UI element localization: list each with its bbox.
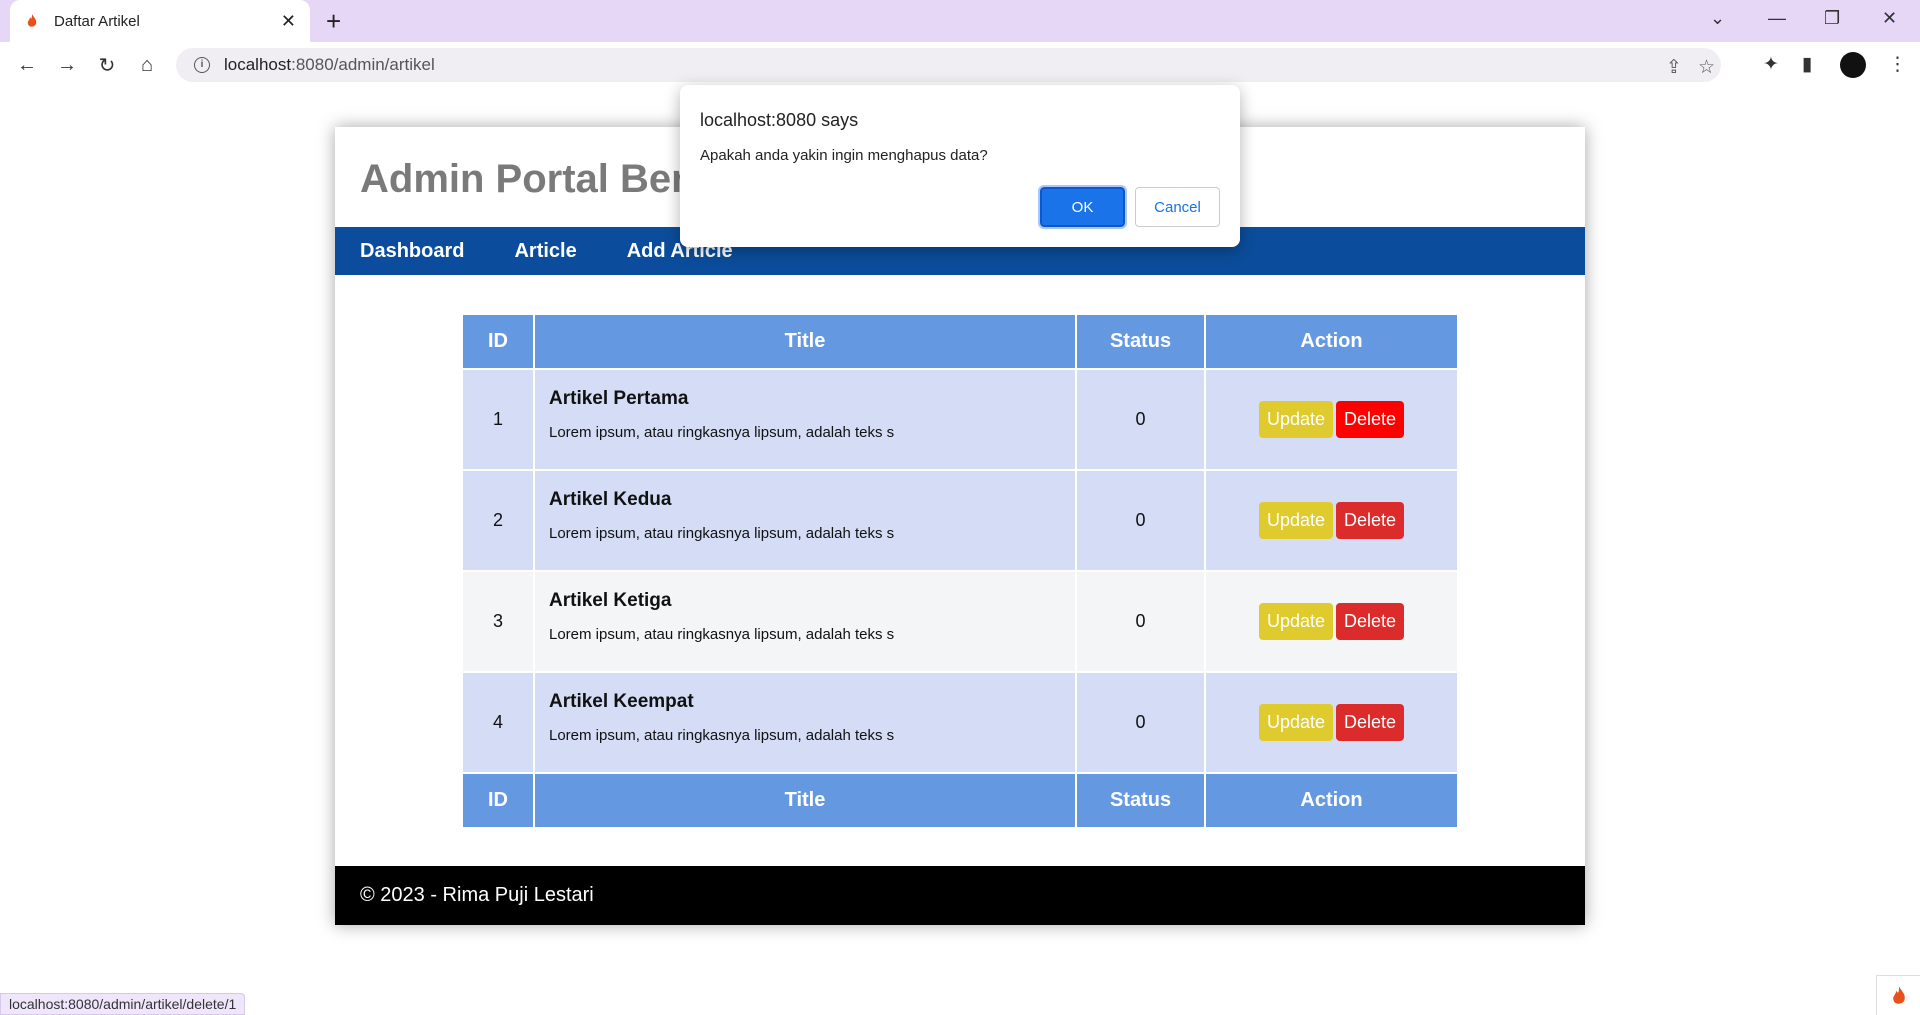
codeigniter-flame-icon (27, 14, 37, 27)
close-window-icon[interactable]: ✕ (1882, 8, 1897, 29)
table-row: 4 Artikel Keempat Lorem ipsum, atau ring… (463, 673, 1457, 772)
article-excerpt: Lorem ipsum, atau ringkasnya lipsum, ada… (549, 626, 895, 643)
cell-action: Update Delete (1206, 370, 1457, 469)
close-tab-icon[interactable]: ✕ (281, 11, 296, 32)
header-id: ID (463, 315, 533, 368)
footer-status: Status (1077, 774, 1204, 827)
cancel-button[interactable]: Cancel (1135, 187, 1220, 227)
header-status: Status (1077, 315, 1204, 368)
update-button[interactable]: Update (1258, 603, 1333, 640)
article-excerpt: Lorem ipsum, atau ringkasnya lipsum, ada… (549, 525, 895, 542)
tab-search-icon[interactable]: ⌄ (1710, 8, 1725, 29)
site-footer: © 2023 - Rima Puji Lestari (335, 866, 1585, 925)
browser-toolbar: ← → ↻ ⌂ i localhost:8080/admin/artikel ⇪… (0, 42, 1920, 88)
nav-article[interactable]: Article (514, 240, 576, 263)
delete-button[interactable]: Delete (1336, 704, 1405, 741)
table-row: 2 Artikel Kedua Lorem ipsum, atau ringka… (463, 471, 1457, 570)
ok-button[interactable]: OK (1038, 185, 1127, 229)
article-table: ID Title Status Action 1 Artikel Pertama… (461, 313, 1459, 829)
new-tab-icon[interactable]: + (326, 6, 341, 36)
site-title: Admin Portal Berita (360, 157, 734, 201)
cell-status: 0 (1077, 471, 1204, 570)
confirm-dialog: localhost:8080 says Apakah anda yakin in… (680, 85, 1240, 247)
reload-icon[interactable]: ↻ (94, 52, 120, 78)
cell-id: 3 (463, 572, 533, 671)
tab-strip: Daftar Artikel ✕ + ⌄ — ❐ ✕ (0, 0, 1920, 42)
profile-avatar[interactable] (1840, 52, 1866, 78)
dialog-message: Apakah anda yakin ingin menghapus data? (700, 147, 988, 164)
codeigniter-toolbar-icon[interactable] (1876, 975, 1920, 1015)
article-title: Artikel Ketiga (549, 590, 672, 611)
tab-title: Daftar Artikel (54, 12, 140, 30)
share-icon[interactable]: ⇪ (1666, 56, 1682, 79)
update-button[interactable]: Update (1258, 401, 1333, 438)
restore-icon[interactable]: ❐ (1824, 8, 1840, 29)
cell-id: 2 (463, 471, 533, 570)
footer-title: Title (535, 774, 1075, 827)
side-panel-icon[interactable]: ▮ (1802, 53, 1812, 76)
cell-status: 0 (1077, 673, 1204, 772)
article-excerpt: Lorem ipsum, atau ringkasnya lipsum, ada… (549, 727, 895, 744)
browser-tab[interactable]: Daftar Artikel ✕ (10, 0, 310, 42)
cell-action: Update Delete (1206, 673, 1457, 772)
url-text: localhost:8080/admin/artikel (224, 55, 435, 74)
back-icon[interactable]: ← (14, 52, 40, 78)
status-bar-url: localhost:8080/admin/artikel/delete/1 (0, 993, 246, 1015)
site-info-icon[interactable]: i (194, 57, 210, 73)
footer-action: Action (1206, 774, 1457, 827)
article-title: Artikel Kedua (549, 489, 672, 510)
cell-action: Update Delete (1206, 471, 1457, 570)
delete-button[interactable]: Delete (1336, 603, 1405, 640)
cell-title: Artikel Ketiga Lorem ipsum, atau ringkas… (535, 572, 1075, 671)
cell-title: Artikel Pertama Lorem ipsum, atau ringka… (535, 370, 1075, 469)
update-button[interactable]: Update (1258, 502, 1333, 539)
delete-button[interactable]: Delete (1336, 502, 1405, 539)
cell-action: Update Delete (1206, 572, 1457, 671)
codeigniter-flame-icon (1892, 985, 1905, 1004)
bookmark-star-icon[interactable]: ☆ (1698, 56, 1715, 79)
header-action: Action (1206, 315, 1457, 368)
dialog-title: localhost:8080 says (700, 110, 859, 130)
cell-status: 0 (1077, 572, 1204, 671)
footer-id: ID (463, 774, 533, 827)
article-title: Artikel Keempat (549, 691, 694, 712)
nav-dashboard[interactable]: Dashboard (360, 240, 464, 263)
article-title: Artikel Pertama (549, 388, 689, 409)
cell-id: 4 (463, 673, 533, 772)
article-excerpt: Lorem ipsum, atau ringkasnya lipsum, ada… (549, 424, 895, 441)
minimize-icon[interactable]: — (1768, 8, 1786, 29)
table-row: 3 Artikel Ketiga Lorem ipsum, atau ringk… (463, 572, 1457, 671)
menu-icon[interactable]: ⋮ (1888, 53, 1907, 76)
cell-title: Artikel Kedua Lorem ipsum, atau ringkasn… (535, 471, 1075, 570)
cell-status: 0 (1077, 370, 1204, 469)
header-title: Title (535, 315, 1075, 368)
cell-title: Artikel Keempat Lorem ipsum, atau ringka… (535, 673, 1075, 772)
home-icon[interactable]: ⌂ (134, 52, 160, 78)
delete-button[interactable]: Delete (1336, 401, 1405, 438)
table-row: 1 Artikel Pertama Lorem ipsum, atau ring… (463, 370, 1457, 469)
update-button[interactable]: Update (1258, 704, 1333, 741)
extensions-icon[interactable]: ✦ (1763, 53, 1779, 76)
forward-icon[interactable]: → (54, 52, 80, 78)
cell-id: 1 (463, 370, 533, 469)
address-bar[interactable]: i localhost:8080/admin/artikel ⇪ ☆ (176, 48, 1721, 82)
